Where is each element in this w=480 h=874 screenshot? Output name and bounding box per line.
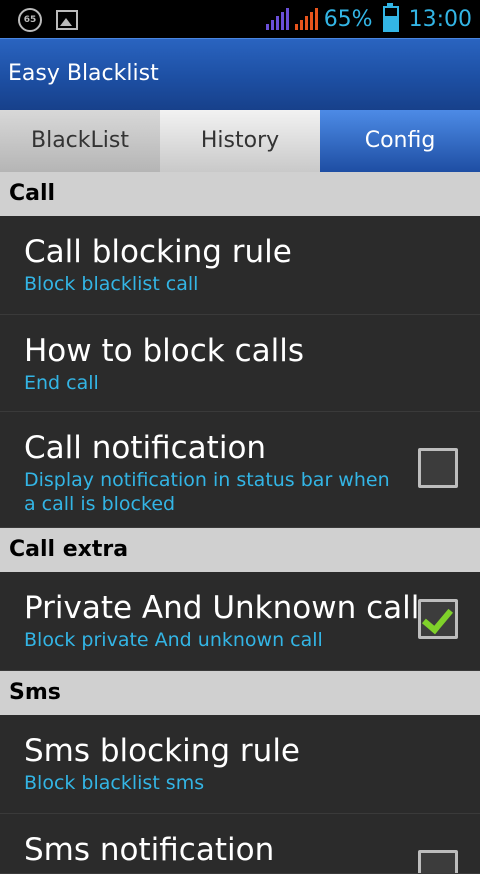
private-unknown-call-checkbox[interactable] <box>418 599 458 639</box>
action-bar: Easy Blacklist <box>0 38 480 111</box>
section-header-call: Call <box>0 172 480 216</box>
signal-1-icon <box>265 8 289 30</box>
pref-call-notification[interactable]: Call notification Display notification i… <box>0 412 480 528</box>
pref-sms-notification[interactable]: Sms notification <box>0 814 480 874</box>
call-notification-checkbox[interactable] <box>418 448 458 488</box>
pref-title: How to block calls <box>24 333 304 369</box>
preferences-list: Call Call blocking rule Block blacklist … <box>0 172 480 874</box>
image-notification-icon <box>56 10 78 30</box>
tab-history[interactable]: History <box>160 110 320 172</box>
pref-summary: Block private And unknown call <box>24 629 323 651</box>
checkmark-icon <box>421 601 454 635</box>
pref-title: Sms blocking rule <box>24 733 301 769</box>
pref-private-unknown-call[interactable]: Private And Unknown call Block private A… <box>0 572 480 671</box>
battery-percent: 65% <box>323 6 373 32</box>
pref-title: Call blocking rule <box>24 234 292 270</box>
tab-config[interactable]: Config <box>320 110 480 172</box>
pref-call-blocking-rule[interactable]: Call blocking rule Block blacklist call <box>0 216 480 315</box>
pref-summary: End call <box>24 372 99 394</box>
battery-icon <box>382 3 399 32</box>
notification-badge-icon: 65 <box>18 8 42 32</box>
section-header-sms: Sms <box>0 671 480 715</box>
app-title: Easy Blacklist <box>8 61 159 86</box>
pref-sms-blocking-rule[interactable]: Sms blocking rule Block blacklist sms <box>0 715 480 814</box>
pref-title: Sms notification <box>24 832 275 868</box>
clock: 13:00 <box>408 6 472 32</box>
pref-title: Call notification <box>24 430 267 466</box>
pref-title: Private And Unknown call <box>24 590 420 626</box>
pref-summary: Display notification in status bar when … <box>24 469 390 515</box>
tab-blacklist[interactable]: BlackList <box>0 110 160 172</box>
pref-summary: Block blacklist sms <box>24 772 205 794</box>
signal-2-icon <box>294 8 318 30</box>
section-header-call-extra: Call extra <box>0 528 480 572</box>
status-bar: 65 65% 13:00 <box>0 0 480 38</box>
pref-summary: Block blacklist call <box>24 273 199 295</box>
pref-how-to-block-calls[interactable]: How to block calls End call <box>0 315 480 412</box>
tab-bar: BlackList History Config <box>0 110 480 172</box>
